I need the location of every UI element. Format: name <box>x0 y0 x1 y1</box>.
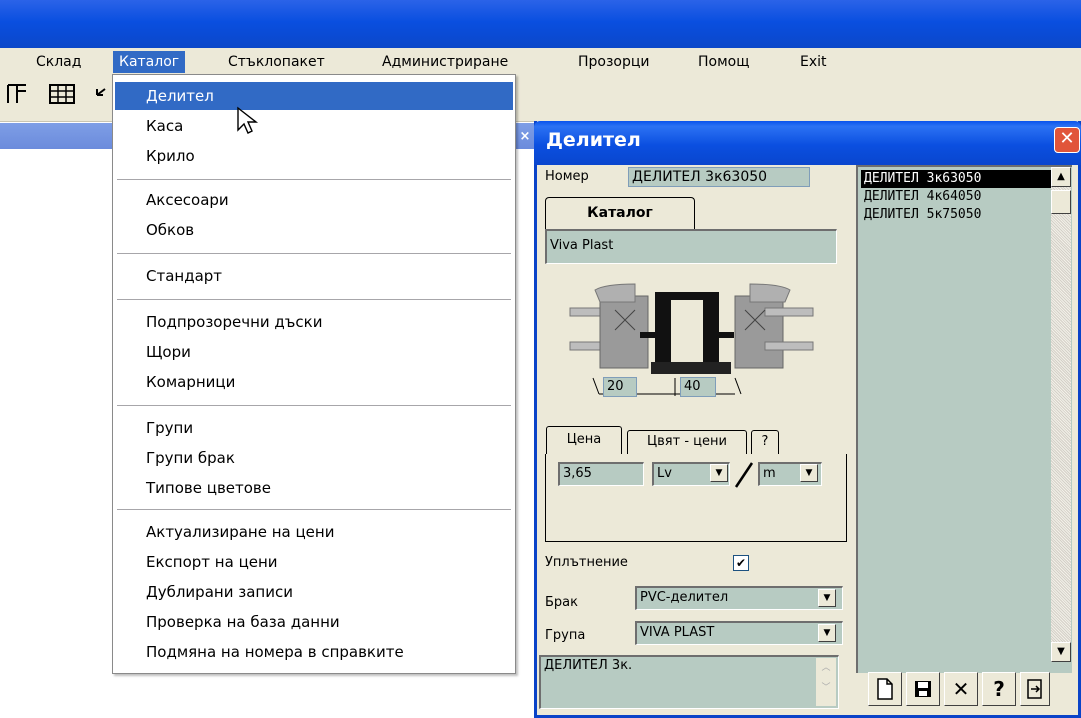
scroll-up-icon[interactable]: ▲ <box>1051 167 1071 187</box>
unit-dropdown-icon[interactable]: ▼ <box>800 464 818 482</box>
menu-bar: Склад Каталог Стъклопакет Администриране… <box>0 48 1081 74</box>
list-item[interactable]: ДЕЛИТЕЛ 5к75050 <box>861 206 1053 224</box>
chevron-down-icon[interactable]: ﹀ <box>816 678 836 698</box>
price-field[interactable]: 3,65 <box>558 462 644 486</box>
toolbar-frame-icon[interactable] <box>4 82 30 108</box>
toolbar-arrow-icon[interactable] <box>94 82 108 108</box>
menu-sklad[interactable]: Склад <box>30 51 87 73</box>
close-icon[interactable]: × <box>518 130 532 144</box>
note-field[interactable]: ДЕЛИТЕЛ 3к. <box>539 655 839 709</box>
list-scrollbar[interactable] <box>1051 167 1071 662</box>
menu-item-grupi[interactable]: Групи <box>115 414 513 442</box>
window-close-icon[interactable]: ✕ <box>1054 127 1080 153</box>
menu-item-kasa[interactable]: Каса <box>115 112 513 140</box>
tab-help[interactable]: ? <box>751 430 779 454</box>
menu-separator <box>117 179 511 180</box>
exit-icon[interactable] <box>1020 672 1050 706</box>
help-icon[interactable]: ? <box>982 672 1016 706</box>
group-dropdown-icon[interactable]: ▼ <box>818 624 836 642</box>
menu-item-aksesoari[interactable]: Аксесоари <box>115 186 513 214</box>
menu-administrirane[interactable]: Администриране <box>376 51 514 73</box>
menu-separator <box>117 299 511 300</box>
menu-item-krilo[interactable]: Крило <box>115 142 513 170</box>
menu-item-aktualizirane[interactable]: Актуализиране на цени <box>115 518 513 546</box>
currency-dropdown-icon[interactable]: ▼ <box>710 464 728 482</box>
app-title-bar <box>0 0 1081 48</box>
menu-separator <box>117 509 511 510</box>
currency-value: Lv <box>657 466 672 481</box>
number-label: Номер <box>545 169 589 184</box>
menu-item-tipove-cvetove[interactable]: Типове цветове <box>115 474 513 502</box>
number-field[interactable]: ДЕЛИТЕЛ 3к63050 <box>628 167 810 187</box>
group-select[interactable]: VIVA PLAST <box>635 621 843 645</box>
tab-price[interactable]: Цена <box>546 426 622 454</box>
scroll-thumb[interactable] <box>1051 190 1071 214</box>
unit-value: m <box>763 466 776 481</box>
records-list[interactable]: ДЕЛИТЕЛ 3к63050 ДЕЛИТЕЛ 4к64050 ДЕЛИТЕЛ … <box>856 165 1072 673</box>
list-item[interactable]: ДЕЛИТЕЛ 3к63050 <box>861 170 1053 188</box>
menu-item-shtori[interactable]: Щори <box>115 338 513 366</box>
menu-item-delitel[interactable]: Делител <box>115 82 513 110</box>
brak-select[interactable]: PVC-делител <box>635 586 843 610</box>
dim-left-field[interactable]: 20 <box>603 377 637 397</box>
seal-checkbox[interactable]: ✔ <box>733 555 749 571</box>
new-document-icon[interactable] <box>868 672 902 706</box>
menu-item-proverka[interactable]: Проверка на база данни <box>115 608 513 636</box>
menu-separator <box>117 253 511 254</box>
group-label: Група <box>545 628 586 643</box>
menu-prozorci[interactable]: Прозорци <box>572 51 656 73</box>
menu-exit[interactable]: Exit <box>794 51 833 73</box>
scroll-down-icon[interactable]: ▼ <box>1051 642 1071 662</box>
tab-katalog[interactable]: Каталог <box>545 197 695 229</box>
window-title: Делител <box>546 129 641 151</box>
menu-item-komarnici[interactable]: Комарници <box>115 368 513 396</box>
slash-separator <box>734 462 754 488</box>
brak-dropdown-icon[interactable]: ▼ <box>818 589 836 607</box>
menu-katalog[interactable]: Каталог <box>113 51 186 73</box>
seal-label: Уплътнение <box>545 555 628 570</box>
note-scrollbar[interactable]: ︿ ﹀ <box>816 658 836 706</box>
chevron-up-icon[interactable]: ︿ <box>816 658 836 678</box>
menu-pomosht[interactable]: Помощ <box>692 51 755 73</box>
menu-item-grupi-brak[interactable]: Групи брак <box>115 444 513 472</box>
menu-item-dublirani[interactable]: Дублирани записи <box>115 578 513 606</box>
menu-item-obkov[interactable]: Обков <box>115 216 513 244</box>
brak-label: Брак <box>545 595 578 610</box>
katalog-dropdown-menu: Делител Каса Крило Аксесоари Обков Станд… <box>112 74 516 674</box>
menu-item-standart[interactable]: Стандарт <box>115 262 513 290</box>
menu-staklopaket[interactable]: Стъклопакет <box>222 51 331 73</box>
menu-separator <box>117 405 511 406</box>
toolbar-grid-icon[interactable] <box>48 82 75 108</box>
delete-icon[interactable]: ✕ <box>944 672 978 706</box>
menu-item-podprozorechni[interactable]: Подпрозоречни дъски <box>115 308 513 336</box>
menu-item-podmyana[interactable]: Подмяна на номера в справките <box>115 638 513 666</box>
list-item[interactable]: ДЕЛИТЕЛ 4к64050 <box>861 188 1053 206</box>
tab-color-prices[interactable]: Цвят - цени <box>627 430 747 454</box>
dim-right-field[interactable]: 40 <box>680 377 716 397</box>
save-icon[interactable] <box>906 672 940 706</box>
menu-item-eksport[interactable]: Експорт на цени <box>115 548 513 576</box>
mouse-cursor-icon <box>237 106 259 134</box>
catalog-field[interactable]: Viva Plast <box>545 229 837 264</box>
